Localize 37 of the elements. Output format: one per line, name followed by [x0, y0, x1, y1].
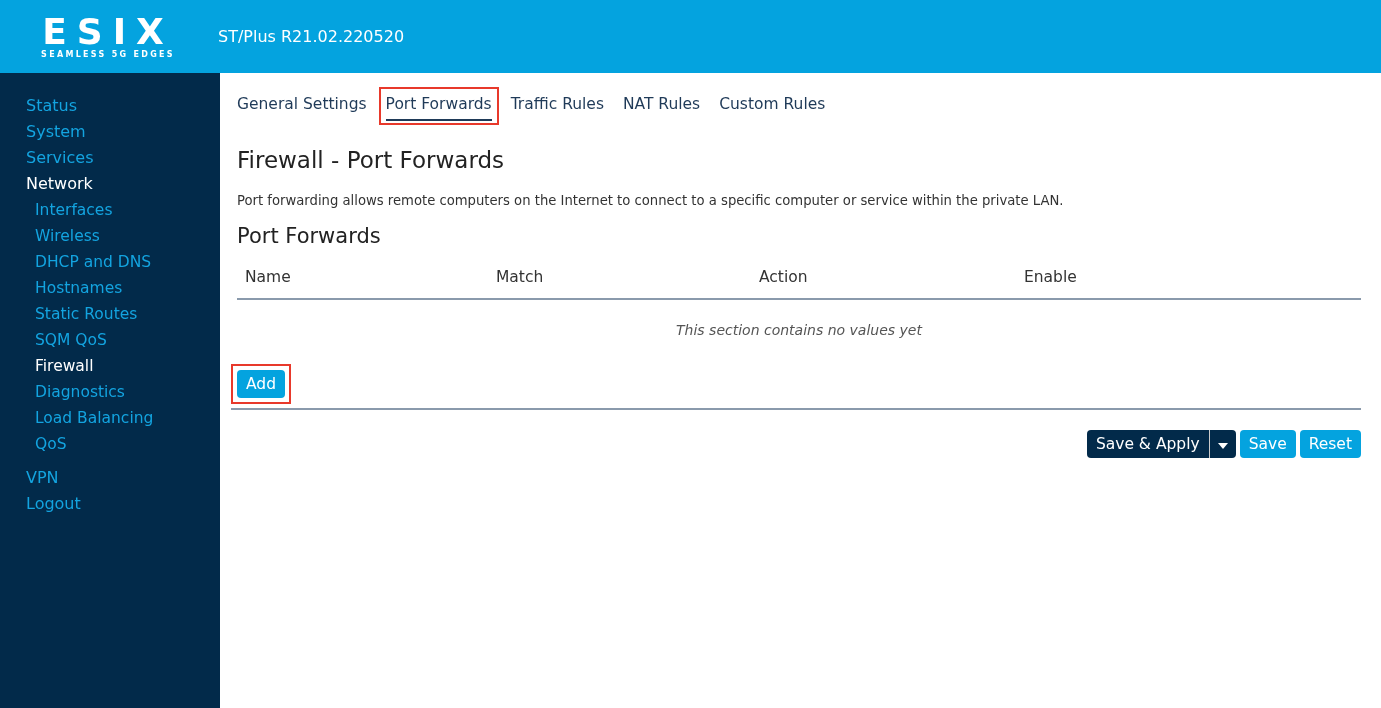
caret-icon: [1217, 443, 1228, 449]
save-apply-button[interactable]: Save & Apply: [1086, 430, 1210, 458]
nav-item[interactable]: Hostnames: [35, 275, 123, 301]
nav-item[interactable]: Load Balancing: [35, 405, 154, 431]
nav-item[interactable]: Status: [26, 93, 77, 119]
tab[interactable]: General Settings: [237, 91, 367, 121]
column-header: Name: [245, 268, 292, 286]
tab[interactable]: Port Forwards: [385, 91, 492, 121]
dropdown-button[interactable]: [1209, 430, 1236, 458]
firmware-version: ST/Plus R21.02.220520: [218, 27, 405, 46]
nav-item[interactable]: System: [26, 119, 86, 145]
tab[interactable]: Traffic Rules: [510, 91, 604, 121]
action-button[interactable]: Reset: [1299, 430, 1361, 458]
page-title: Firewall - Port Forwards: [237, 147, 506, 173]
section-title: Port Forwards: [237, 224, 382, 248]
tab[interactable]: Custom Rules: [719, 91, 826, 121]
tab[interactable]: NAT Rules: [623, 91, 701, 121]
column-header: Action: [759, 268, 809, 286]
nav-item[interactable]: Network: [26, 171, 93, 197]
nav-item[interactable]: Wireless: [35, 223, 100, 249]
nav-item[interactable]: Firewall: [35, 353, 94, 379]
nav-item[interactable]: Diagnostics: [35, 379, 125, 405]
empty-message: This section contains no values yet: [676, 322, 922, 338]
logo: ESIX SEAMLESS 5G EDGES: [40, 14, 176, 59]
nav-item[interactable]: Logout: [26, 491, 81, 517]
nav-item[interactable]: VPN: [26, 465, 59, 491]
add-button[interactable]: Add: [237, 370, 285, 398]
nav-item[interactable]: Interfaces: [35, 197, 113, 223]
action-button[interactable]: Save: [1239, 430, 1296, 458]
page-description: Port forwarding allows remote computers on the Internet to connect to a specific computer or service within the private LAN.: [237, 193, 1065, 208]
nav-item[interactable]: Services: [26, 145, 94, 171]
nav-item[interactable]: QoS: [35, 431, 67, 457]
column-header: Match: [496, 268, 545, 286]
column-header: Enable: [1024, 268, 1078, 286]
nav-item[interactable]: SQM QoS: [35, 327, 107, 353]
nav-item[interactable]: DHCP and DNS: [35, 249, 152, 275]
nav-item[interactable]: Static Routes: [35, 301, 138, 327]
